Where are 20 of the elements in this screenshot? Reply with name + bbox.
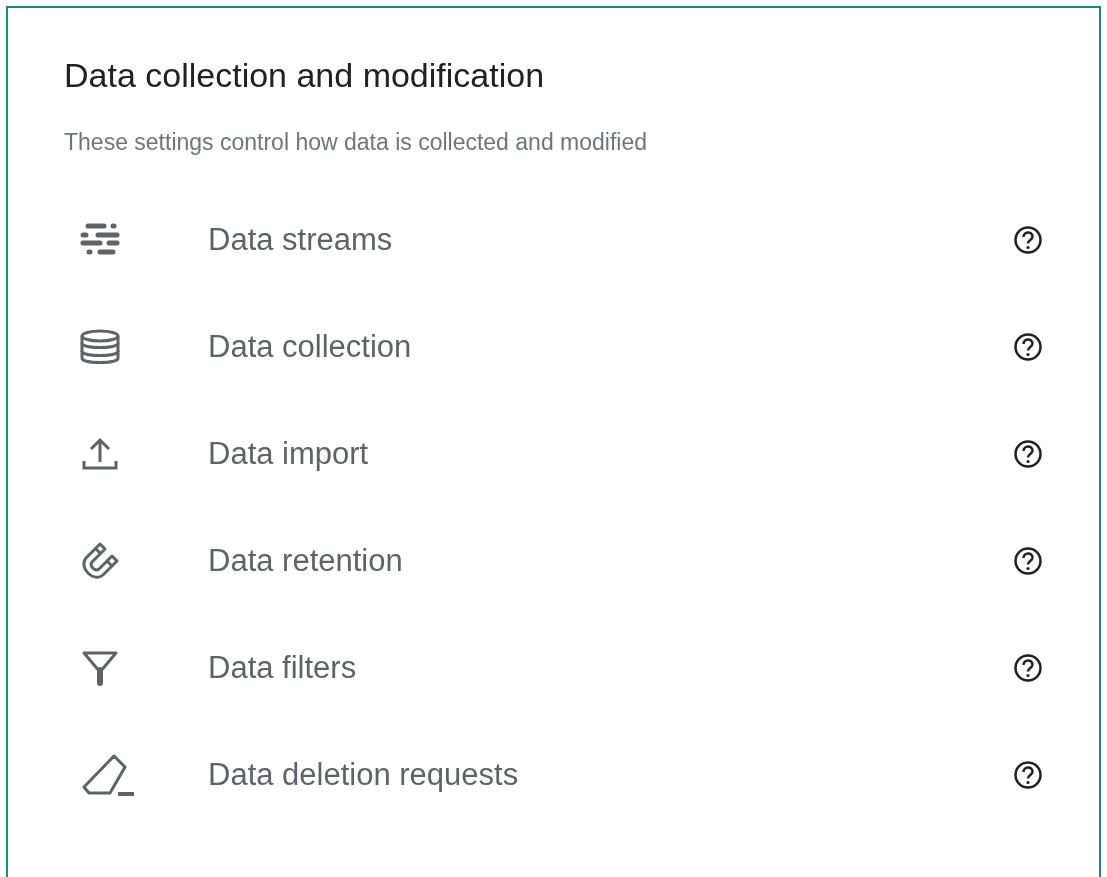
help-icon[interactable]	[1013, 653, 1043, 683]
magnet-icon	[80, 541, 120, 581]
help-icon[interactable]	[1013, 332, 1043, 362]
help-icon[interactable]	[1013, 225, 1043, 255]
filter-icon	[80, 650, 120, 686]
streams-icon	[80, 222, 120, 258]
card-subtitle: These settings control how data is collected and modified	[64, 129, 648, 156]
help-icon[interactable]	[1013, 439, 1043, 469]
help-icon[interactable]	[1013, 760, 1043, 790]
database-icon	[80, 329, 120, 365]
eraser-icon	[80, 753, 136, 797]
settings-link[interactable]: Data import	[208, 436, 1013, 472]
settings-link[interactable]: Data collection	[208, 329, 1013, 365]
upload-icon	[80, 436, 120, 472]
settings-link[interactable]: Data retention	[208, 543, 1013, 579]
settings-link[interactable]: Data deletion requests	[208, 757, 1013, 793]
settings-link[interactable]: Data filters	[208, 650, 1013, 686]
settings-link[interactable]: Data streams	[208, 222, 1013, 258]
help-icon[interactable]	[1013, 546, 1043, 576]
card-title: Data collection and modification	[64, 56, 546, 95]
